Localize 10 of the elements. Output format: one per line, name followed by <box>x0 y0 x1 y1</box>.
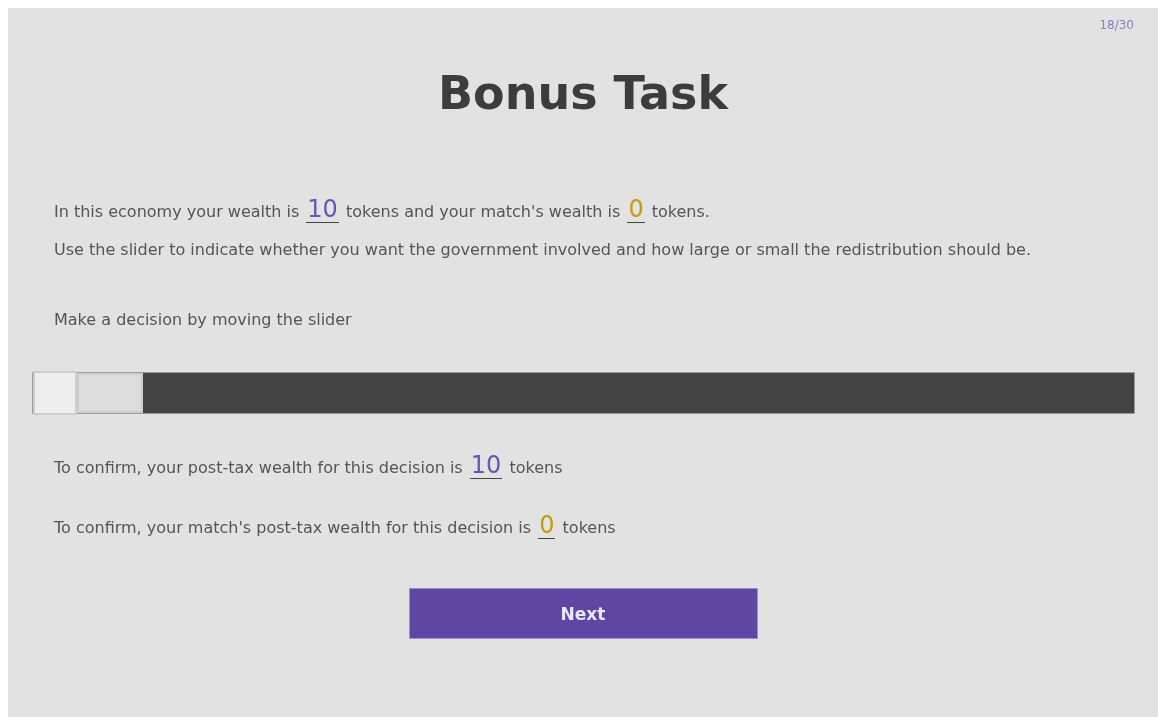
page-title: Bonus Task <box>437 66 730 120</box>
sentence: Use the slider to indicate whether you want the government involved and how large or small the redistribution should be. <box>54 239 1032 261</box>
next-button[interactable]: Next <box>408 588 758 639</box>
slider-thumb[interactable] <box>33 371 77 415</box>
progress-counter: 18/30 <box>1099 18 1134 32</box>
sentence: To confirm, your match's post-tax wealth for this decision is 0 tokens <box>54 512 617 541</box>
sentence: To confirm, your post-tax wealth for this decision is 10 tokens <box>54 452 564 481</box>
slider-label: Make a decision by moving the slider <box>54 309 353 331</box>
sentence: In this economy your wealth is 10 tokens and your match's wealth is 0 tokens. <box>54 196 711 225</box>
slider-track[interactable] <box>32 372 1135 414</box>
